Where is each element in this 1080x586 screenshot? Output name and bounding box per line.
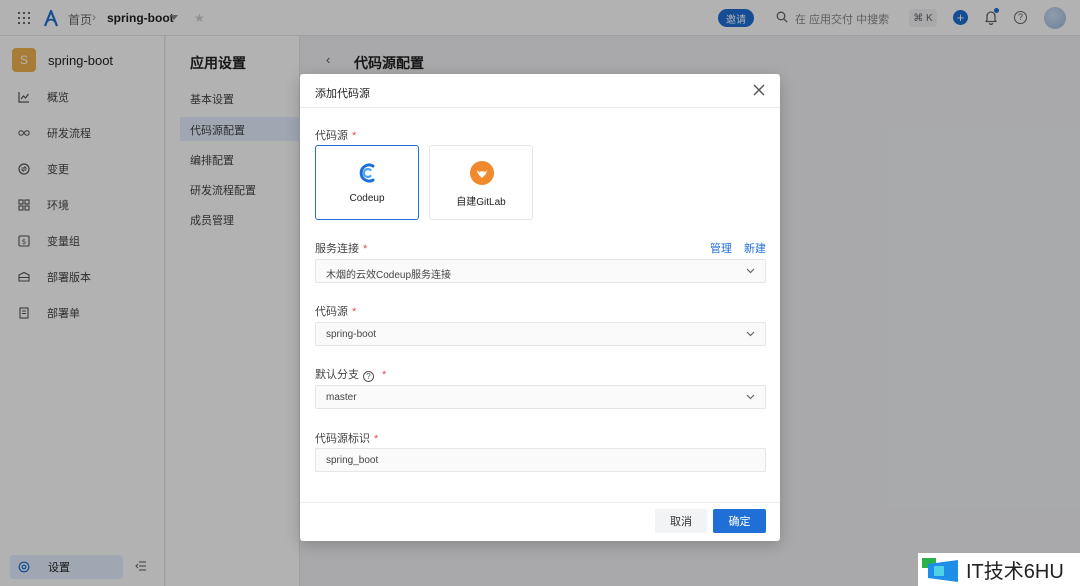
source-option-codeup[interactable]: Codeup [315,145,419,220]
manage-link[interactable]: 管理 [710,240,732,256]
label-text: 代码源标识 [315,433,370,445]
service-connection-label: 服务连接 * [315,240,367,256]
chevron-down-icon [746,268,755,274]
dialog-header: 添加代码源 [300,74,780,108]
create-link[interactable]: 新建 [744,240,766,256]
source-id-label: 代码源标识 * [315,430,378,446]
required-mark: * [352,306,357,318]
source-type-label: 代码源 * [315,127,356,143]
required-mark: * [374,433,379,445]
source-option-label: 自建GitLab [456,197,506,208]
select-value: spring-boot [326,329,377,340]
repository-label: 代码源 * [315,303,356,319]
required-mark: * [382,369,387,381]
footer-divider [300,502,780,503]
watermark: IT技术6HU [918,553,1080,586]
required-mark: * [363,243,368,255]
select-value: master [326,392,357,403]
label-text: 代码源 [315,306,348,318]
label-text: 默认分支 [315,369,359,381]
default-branch-select[interactable]: master [315,385,766,409]
help-icon[interactable]: ? [363,371,374,382]
confirm-button[interactable]: 确定 [713,509,766,533]
label-text: 代码源 [315,130,348,142]
add-code-source-dialog: 添加代码源 代码源 * Codeup 自建GitLab 服务连接 * 管理 新建 木… [300,74,780,541]
watermark-text: IT技术6HU [966,561,1064,583]
select-value: 木烟的云效Codeup服务连接 [326,270,452,281]
required-mark: * [352,130,357,142]
source-option-gitlab[interactable]: 自建GitLab [429,145,533,220]
close-icon[interactable] [752,83,766,97]
default-branch-label: 默认分支? * [315,366,386,382]
chevron-down-icon [746,394,755,400]
source-id-input[interactable]: spring_boot [315,448,766,472]
cancel-button[interactable]: 取消 [655,509,707,533]
dialog-title: 添加代码源 [315,88,370,100]
codeup-icon [359,163,375,183]
gitlab-icon [470,161,494,185]
input-value: spring_boot [326,455,379,466]
repository-select[interactable]: spring-boot [315,322,766,346]
service-connection-select[interactable]: 木烟的云效Codeup服务连接 [315,259,766,283]
label-text: 服务连接 [315,243,359,255]
chevron-down-icon [746,331,755,337]
source-option-label: Codeup [349,193,385,204]
watermark-logo-icon [922,557,958,582]
